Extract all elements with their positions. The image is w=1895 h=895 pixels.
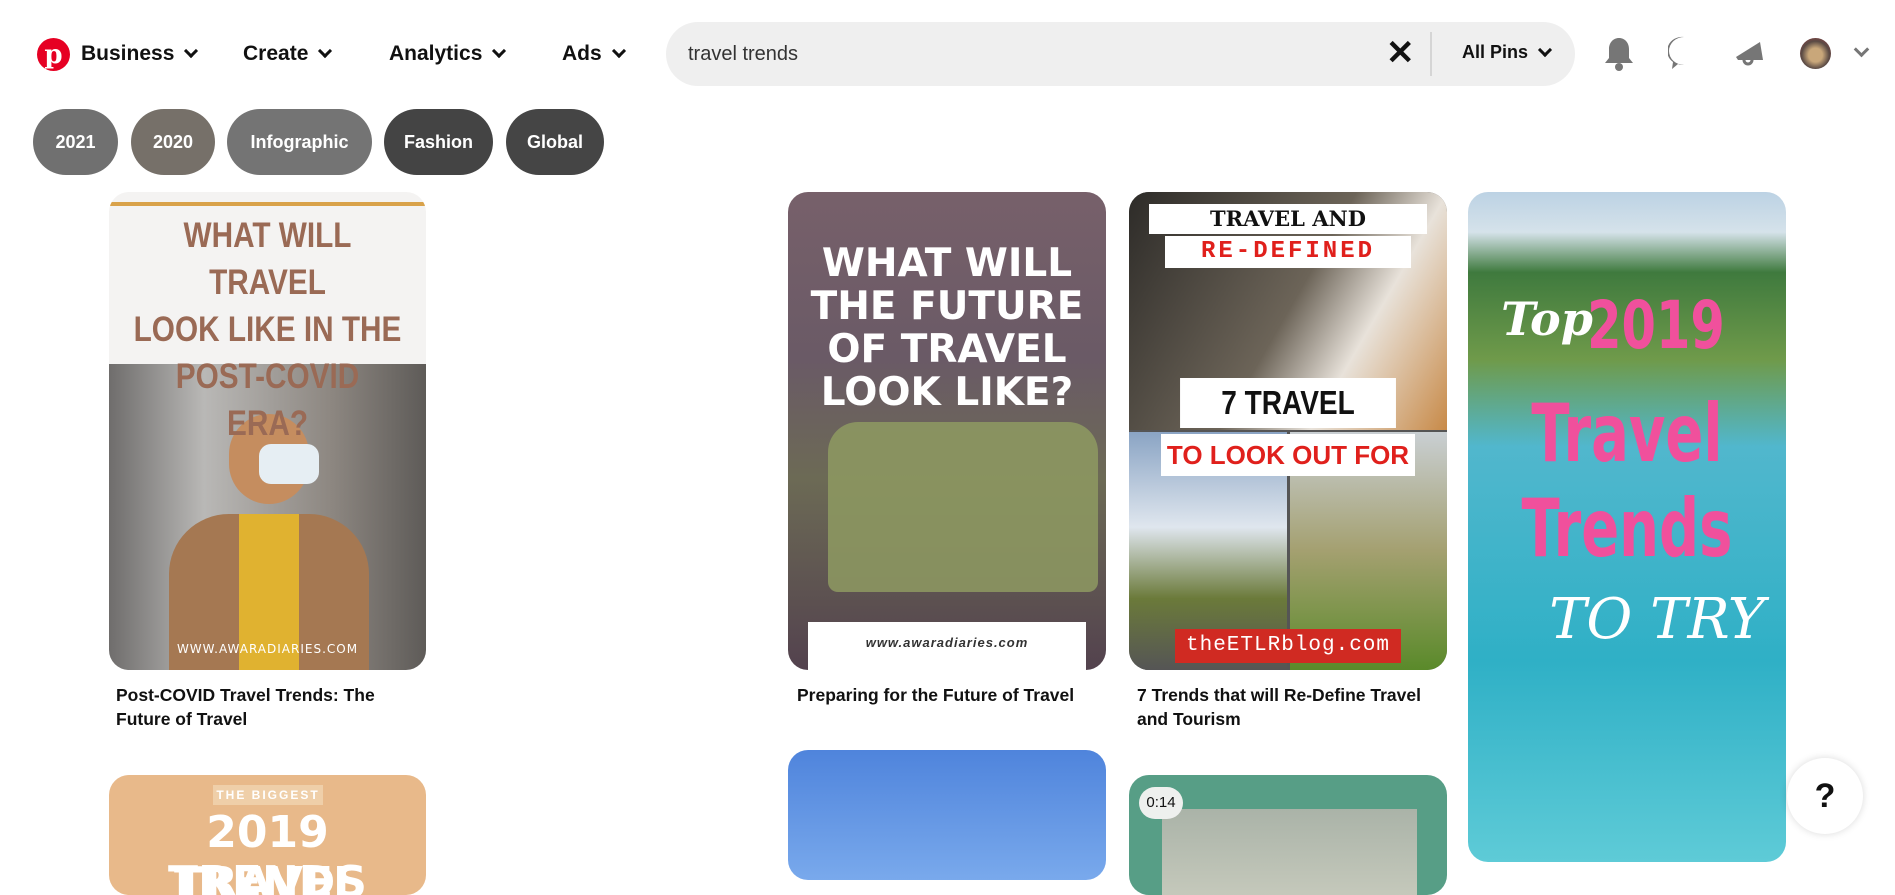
pin-card[interactable]: TRAVEL AND TOURISM RE-DEFINED 7 TRAVEL T… (1129, 192, 1447, 670)
filter-pill-2021[interactable]: 2021 (33, 109, 118, 175)
pin-image-line: WHAT WILL TRAVEL (183, 216, 352, 302)
chevron-down-icon (318, 43, 333, 59)
pin-watermark: WWW.AWARADIARIES.COM (176, 642, 359, 656)
nav-analytics-label: Analytics (389, 42, 483, 65)
chat-icon[interactable] (1668, 36, 1700, 70)
filter-pill-infographic[interactable]: Infographic (227, 109, 372, 175)
pin-image-line: 2019 (1587, 287, 1725, 364)
pin-image-line: RE-DEFINED (1165, 236, 1411, 268)
chevron-down-icon (184, 43, 199, 59)
pin-image-line: THE FUTURE (810, 284, 1084, 329)
pin-title[interactable]: 7 Trends that will Re-Define Travel and … (1137, 683, 1437, 731)
pin-card[interactable]: WWW.AWARADIARIES.COM WHAT WILL TRAVEL LO… (109, 192, 426, 670)
search-input[interactable] (688, 22, 1328, 86)
pin-image-line: Trends (1521, 482, 1733, 575)
pin-card[interactable]: 0:14 (1129, 775, 1447, 895)
pin-video-thumb (1162, 809, 1417, 895)
search-bar: ✕ All Pins (666, 22, 1575, 86)
pin-type-label: All Pins (1462, 42, 1529, 62)
pin-watermark: theETLRblog.com (1175, 629, 1401, 663)
pin-image-line: THE BIGGEST (213, 785, 323, 805)
clear-search-icon[interactable]: ✕ (1386, 36, 1415, 70)
filter-pill-2020[interactable]: 2020 (131, 109, 215, 175)
help-button[interactable]: ? (1787, 758, 1863, 834)
pin-photo (828, 422, 1098, 592)
search-divider (1430, 32, 1432, 76)
pin-image-line: TO LOOK OUT FOR (1161, 434, 1415, 476)
pin-image-top-bar (109, 202, 426, 206)
account-chevron-down-icon[interactable] (1853, 41, 1870, 58)
megaphone-icon[interactable] (1735, 40, 1765, 68)
pin-title[interactable]: Preparing for the Future of Travel (797, 683, 1097, 707)
pinterest-logo[interactable]: p (37, 38, 70, 71)
filter-pill-fashion[interactable]: Fashion (384, 109, 493, 175)
pin-image-line: POST-COVID ERA? (175, 357, 360, 443)
pin-image-line: WHAT WILL (821, 241, 1073, 286)
nav-create-label: Create (243, 42, 309, 65)
nav-analytics[interactable]: Analytics (389, 42, 507, 66)
filter-pill-global[interactable]: Global (506, 109, 604, 175)
nav-ads[interactable]: Ads (562, 42, 626, 66)
pin-card[interactable]: WHAT WILL THE FUTURE OF TRAVEL LOOK LIKE… (788, 192, 1106, 670)
pin-image-line: 7 TRAVEL TRENDS (1180, 378, 1396, 471)
pin-image-line: OF TRAVEL (827, 327, 1067, 372)
pin-image-text: WHAT WILL TRAVEL LOOK LIKE IN THE POST-C… (133, 212, 402, 447)
pin-title[interactable]: Post-COVID Travel Trends: The Future of … (116, 683, 416, 731)
pin-type-dropdown[interactable]: All Pins (1462, 42, 1553, 63)
pin-image-line: TRENDS (168, 857, 367, 895)
bell-icon[interactable] (1604, 36, 1634, 72)
nav-create[interactable]: Create (243, 42, 333, 66)
chevron-down-icon (492, 43, 507, 59)
pin-card[interactable] (788, 750, 1106, 880)
pin-image-line: TO TRY (1549, 587, 1765, 652)
nav-business-label: Business (81, 42, 175, 65)
pin-card[interactable]: THE BIGGEST 2019 TRAVEL TRENDS (109, 775, 426, 895)
nav-ads-label: Ads (562, 42, 602, 65)
video-duration-badge: 0:14 (1139, 787, 1183, 819)
pin-image-line: LOOK LIKE? (820, 370, 1074, 415)
pin-image-text: WHAT WILL THE FUTURE OF TRAVEL LOOK LIKE… (788, 242, 1106, 414)
pin-image-line: TRAVEL AND TOURISM (1149, 204, 1427, 261)
pin-image-line: Travel (1531, 387, 1723, 480)
pin-card[interactable]: Top 2019 Travel Trends TO TRY (1468, 192, 1786, 862)
pin-image-line: LOOK LIKE IN THE (133, 310, 402, 349)
avatar[interactable] (1800, 38, 1831, 69)
chevron-down-icon (1537, 42, 1553, 57)
nav-business[interactable]: Business (81, 42, 199, 66)
chevron-down-icon (611, 43, 626, 59)
pin-watermark: www.awaradiaries.com (808, 622, 1086, 670)
